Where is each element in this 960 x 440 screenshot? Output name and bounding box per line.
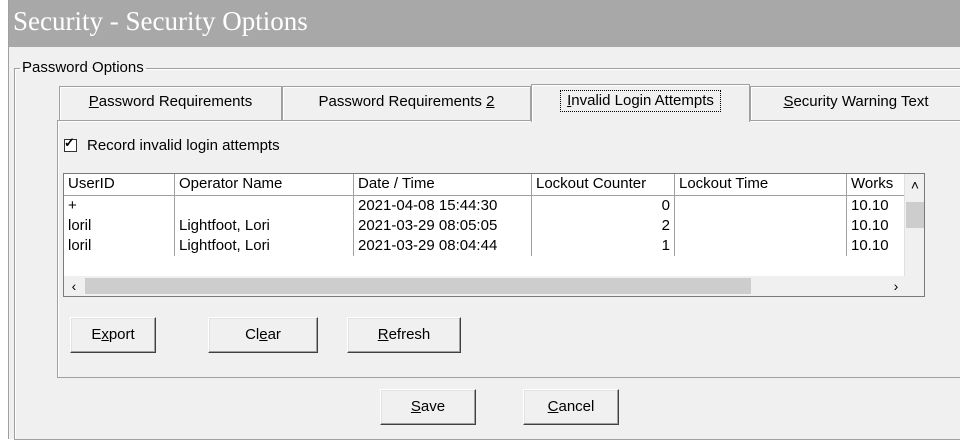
vertical-scrollbar[interactable]: ˄ bbox=[904, 174, 924, 278]
horizontal-scrollbar[interactable]: ‹ › bbox=[64, 276, 906, 296]
save-button[interactable]: Save bbox=[380, 389, 476, 425]
chevron-right-icon[interactable]: › bbox=[886, 276, 906, 296]
password-options-legend: Password Options bbox=[22, 59, 144, 76]
chevron-left-icon[interactable]: ‹ bbox=[64, 276, 84, 296]
title-bar: Security - Security Options bbox=[9, 0, 960, 47]
cell-workstation: 10.10 bbox=[851, 237, 889, 254]
check-icon: ✓ bbox=[64, 135, 75, 150]
cancel-button[interactable]: Cancel bbox=[523, 389, 619, 425]
cell-lockout-time bbox=[675, 216, 847, 236]
column-header-workstation[interactable]: Works bbox=[847, 174, 906, 196]
cell-userid: loril bbox=[64, 216, 175, 236]
record-invalid-login-checkbox-row[interactable]: ✓ Record invalid login attempts bbox=[64, 135, 280, 154]
clear-button[interactable]: Clear bbox=[208, 317, 318, 353]
cell-operator-name: Lightfoot, Lori bbox=[175, 236, 354, 256]
cell-workstation: 10.10 bbox=[851, 217, 889, 234]
cell-workstation: 10.10 bbox=[851, 197, 889, 214]
tab-password-requirements[interactable]: Password Requirements bbox=[59, 86, 282, 120]
cell-lockout-time bbox=[675, 196, 847, 216]
column-header-lockout-counter[interactable]: Lockout Counter bbox=[532, 174, 675, 196]
record-invalid-login-checkbox[interactable]: ✓ bbox=[64, 135, 77, 152]
record-invalid-login-label: Record invalid login attempts bbox=[87, 137, 280, 154]
cell-date-time: 2021-03-29 08:04:44 bbox=[354, 236, 532, 256]
tab-strip: Password Requirements Password Requireme… bbox=[59, 84, 960, 122]
vertical-scroll-thumb[interactable] bbox=[906, 202, 924, 228]
cell-userid: + bbox=[64, 196, 175, 216]
cell-lockout-counter: 1 bbox=[532, 236, 675, 256]
horizontal-scroll-thumb[interactable] bbox=[85, 278, 751, 294]
tab-focus-label: Invalid Login Attempts bbox=[560, 90, 721, 112]
column-header-date-time[interactable]: Date / Time bbox=[354, 174, 532, 196]
tab-invalid-login-attempts[interactable]: Invalid Login Attempts bbox=[531, 84, 750, 122]
cell-operator-name: Lightfoot, Lori bbox=[175, 216, 354, 236]
scrollbar-corner bbox=[904, 276, 924, 296]
column-header-operator-name[interactable]: Operator Name bbox=[175, 174, 354, 196]
cell-lockout-counter: 2 bbox=[532, 216, 675, 236]
column-header-lockout-time[interactable]: Lockout Time bbox=[675, 174, 847, 196]
cell-lockout-time bbox=[675, 236, 847, 256]
cell-date-time: 2021-04-08 15:44:30 bbox=[354, 196, 532, 216]
cell-lockout-counter: 0 bbox=[532, 196, 675, 216]
chevron-up-icon[interactable]: ˄ bbox=[905, 174, 924, 194]
cell-userid: loril bbox=[64, 236, 175, 256]
window-title: Security - Security Options bbox=[13, 6, 308, 36]
tab-password-requirements-2[interactable]: Password Requirements 2 bbox=[282, 86, 531, 120]
tab-accesskey: S bbox=[783, 93, 794, 110]
tab-accesskey: P bbox=[88, 93, 99, 110]
cell-date-time: 2021-03-29 08:05:05 bbox=[354, 216, 532, 236]
export-button[interactable]: Export bbox=[70, 317, 156, 353]
table-row[interactable]: loril Lightfoot, Lori 2021-03-29 08:05:0… bbox=[64, 216, 906, 236]
table-row[interactable]: loril Lightfoot, Lori 2021-03-29 08:04:4… bbox=[64, 236, 906, 256]
cell-operator-name bbox=[175, 196, 354, 216]
table-viewport: UserID Operator Name Date / Time Lockout… bbox=[64, 174, 906, 278]
tab-accesskey: 2 bbox=[486, 93, 495, 110]
table-header-row: UserID Operator Name Date / Time Lockout… bbox=[64, 174, 906, 196]
column-header-userid[interactable]: UserID bbox=[64, 174, 175, 196]
table-row[interactable]: + 2021-04-08 15:44:30 0 10.10 bbox=[64, 196, 906, 216]
refresh-button[interactable]: Refresh bbox=[347, 317, 461, 353]
tab-security-warning-text[interactable]: Security Warning Text bbox=[750, 86, 960, 120]
invalid-login-table[interactable]: UserID Operator Name Date / Time Lockout… bbox=[63, 173, 925, 297]
